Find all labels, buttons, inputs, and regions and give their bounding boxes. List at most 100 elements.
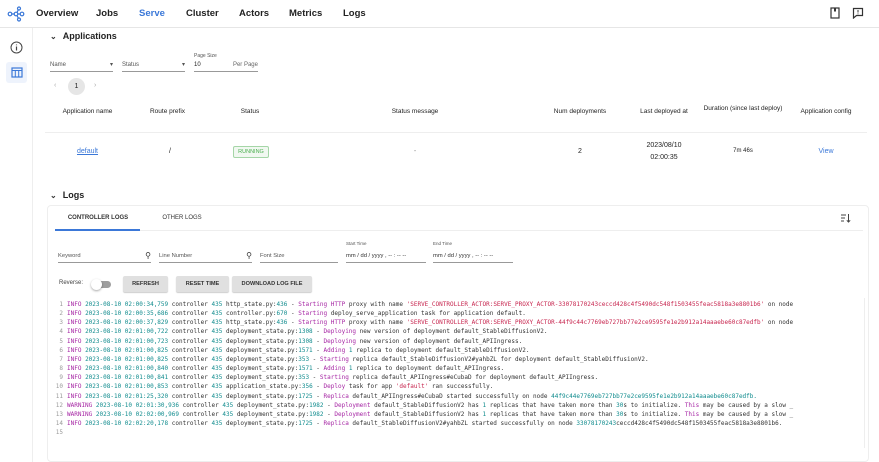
reset-time-button[interactable]: RESET TIME [176,276,229,292]
log-token: - [323,401,335,409]
applications-section-header[interactable]: ⌄ Applications [50,31,117,41]
log-token: Starting [298,310,328,318]
log-token: 435 [211,420,223,428]
log-token: - [309,355,320,363]
log-token: Deploy [323,383,346,391]
dropdown-arrow-icon: ▾ [181,62,185,68]
log-line: 3 INFO 2023-08-10 02:00:37,829 controller… [53,318,863,327]
log-token: INFO [67,319,82,327]
line-number: 6 [59,346,63,354]
end-time-input[interactable]: mm / dd / yyyy , -- : -- -- [433,249,513,263]
end-time-label: End Time [433,241,453,246]
start-time-input[interactable]: mm / dd / yyyy , -- : -- -- [346,249,426,263]
duration: 7m 46s [733,148,753,154]
log-token: INFO [67,337,82,345]
log-token: 435 [211,365,223,373]
line-number-input[interactable]: Line Number ⚲ [159,249,252,263]
page-size-input[interactable]: 10 Per Page [194,58,258,72]
log-token: 2023-08-10 02:00:34,759 [81,301,169,308]
documentation-icon[interactable] [829,7,841,19]
app-name-link[interactable]: default [50,148,125,155]
sidebar [0,28,33,462]
nav-cluster[interactable]: Cluster [186,8,219,19]
log-token: controller.py: [222,310,277,318]
nav-actors[interactable]: Actors [239,8,269,19]
line-number: 13 [55,410,63,418]
ray-logo-icon[interactable] [7,6,25,22]
log-token: 1725 [298,392,313,400]
nav-metrics[interactable]: Metrics [289,8,322,19]
log-token: INFO [67,328,82,336]
page-1-button[interactable]: 1 [68,78,85,95]
log-token: may be caused by a slow _ [699,401,794,409]
log-token: deployment_state.py: [222,337,299,345]
log-token: proxy with name [345,301,407,308]
nav-overview[interactable]: Overview [36,8,78,19]
nav-jobs[interactable]: Jobs [96,8,118,19]
log-token: 2023-08-10 02:00:35,686 [81,310,169,318]
log-token: controller [168,365,212,373]
log-token: 1982 [309,410,324,418]
log-token: - [312,420,324,428]
status-badge: RUNNING [233,146,269,158]
reverse-toggle[interactable] [91,279,111,290]
search-icon[interactable]: ⚲ [145,251,151,260]
toggle-knob [91,279,102,290]
refresh-button[interactable]: REFRESH [123,276,168,292]
log-token: task for app [345,383,396,391]
logs-section-header[interactable]: ⌄ Logs [50,190,84,200]
nav-logs[interactable]: Logs [343,8,366,19]
log-token: Starting [319,355,349,363]
keyword-input[interactable]: Keyword ⚲ [58,249,151,263]
start-time-value: mm / dd / yyyy , -- : -- -- [346,252,407,259]
font-size-input[interactable]: Font Size [260,249,338,263]
log-token: deployment_state.py: [222,346,299,354]
log-line: 14 INFO 2023-08-10 02:02:20,178 controlle… [53,419,863,428]
nav-serve[interactable]: Serve [139,8,165,19]
end-time-value: mm / dd / yyyy , -- : -- -- [433,252,494,259]
status-filter[interactable]: Status ▾ [122,58,185,72]
log-token: This [684,401,700,409]
log-token: replicas that have taken more than [486,410,617,418]
search-icon[interactable]: ⚲ [246,251,252,260]
log-token: 435 [211,346,223,354]
info-icon[interactable] [6,37,27,58]
log-token: Starting [319,374,349,382]
tab-controller-logs[interactable]: CONTROLLER LOGS [56,215,140,221]
view-config-link[interactable]: View [786,148,866,155]
log-token: controller [168,383,212,391]
line-number: 9 [59,374,63,382]
next-page-icon[interactable]: › [94,82,96,89]
top-nav: Overview Jobs Serve Cluster Actors Metri… [0,0,879,28]
line-number: 11 [55,392,63,400]
log-token: INFO [67,301,82,308]
line-number: 5 [59,337,63,345]
line-number: 14 [55,420,63,428]
log-token: Starting HTTP [298,319,346,327]
log-line: 8 INFO 2023-08-10 02:01:00,840 controller… [53,364,863,373]
sort-icon[interactable] [840,213,851,223]
log-scrollbar[interactable] [864,298,865,448]
log-token: 'SERVE_CONTROLLER_ACTOR:SERVE_PROXY_ACTO… [406,319,765,327]
col-application-config: Application config [800,108,852,115]
log-token: - [312,328,324,336]
name-filter[interactable]: Name ▾ [50,58,113,72]
tab-other-logs[interactable]: OTHER LOGS [140,215,224,221]
log-line: 1 INFO 2023-08-10 02:00:34,759 controller… [53,300,863,309]
log-token: 435 [211,319,223,327]
download-log-button[interactable]: DOWNLOAD LOG FILE [232,276,312,292]
log-token: deployment_state.py: [222,374,299,382]
log-token: replica to deployment default_APIIngress… [352,365,505,373]
feedback-icon[interactable] [852,7,864,19]
log-token: 2023-08-10 02:01:00,722 [81,328,169,336]
col-application-name: Application name [62,108,113,115]
log-token: 1308 [298,328,313,336]
prev-page-icon[interactable]: ‹ [54,82,56,89]
log-token: 1308 [298,337,313,345]
log-token: 2023-08-10 02:01:25,320 [81,392,169,400]
table-icon[interactable] [6,62,27,83]
line-number: 3 [59,319,63,327]
log-token: controller [179,410,223,418]
log-token: on node [764,319,794,327]
log-token: Deployment [334,410,371,418]
